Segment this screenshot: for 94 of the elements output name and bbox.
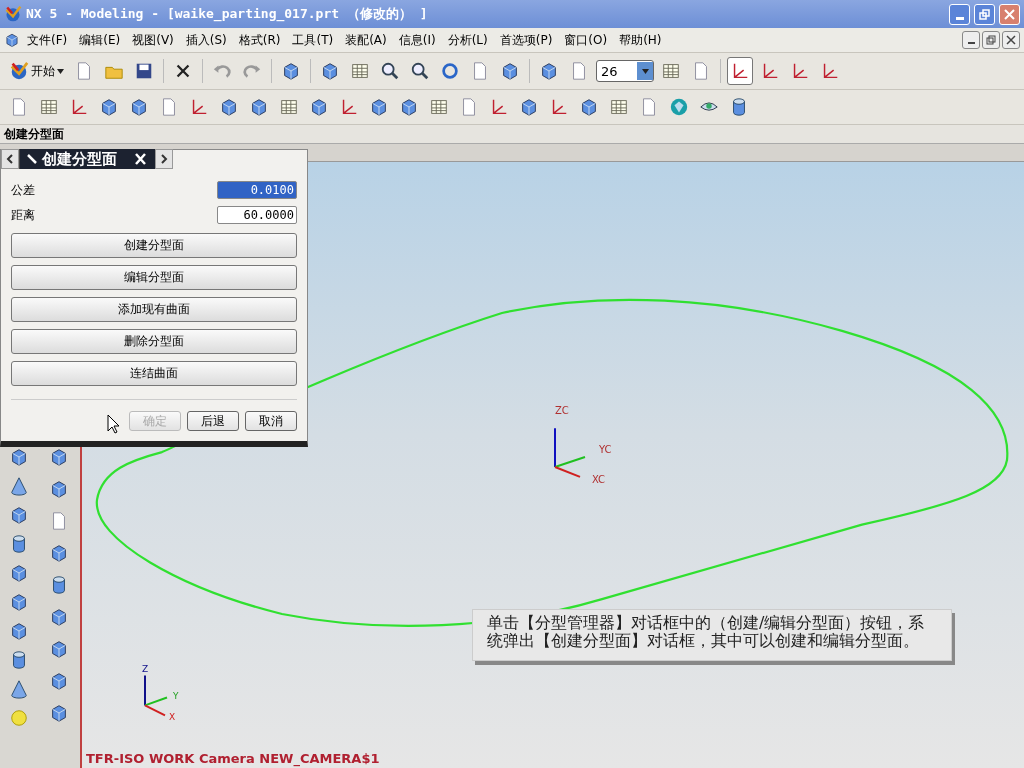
cube-icon xyxy=(49,671,69,691)
dialog-button[interactable]: 取消 xyxy=(245,411,297,431)
field-label: 距离 xyxy=(11,206,35,224)
input-field[interactable]: 60.0000 xyxy=(217,206,297,224)
layer-dropdown[interactable]: 26 xyxy=(596,60,654,82)
cube-icon xyxy=(399,97,419,117)
cube-icon xyxy=(519,97,539,117)
menu-item[interactable]: 格式(R) xyxy=(233,29,286,51)
gem-icon xyxy=(669,97,689,117)
table-icon xyxy=(350,61,370,81)
cone-icon xyxy=(9,679,29,699)
previous-button[interactable] xyxy=(1,149,19,169)
cube-icon xyxy=(49,479,69,499)
dialog-tab[interactable]: 创建分型面 xyxy=(19,149,155,169)
zoom-icon xyxy=(380,61,400,81)
action-button[interactable]: 编辑分型面 xyxy=(11,265,297,290)
zoom-icon xyxy=(410,61,430,81)
menu-item[interactable]: 插入(S) xyxy=(180,29,232,51)
wcs-axes-drawing xyxy=(554,427,586,478)
cube-icon xyxy=(49,447,69,467)
action-button[interactable]: 删除分型面 xyxy=(11,329,297,354)
menu-item[interactable]: 帮助(H) xyxy=(614,29,667,51)
menu-item[interactable]: 编辑(E) xyxy=(74,29,126,51)
table-icon xyxy=(609,97,629,117)
toolbar-button[interactable] xyxy=(727,57,753,85)
cube-icon xyxy=(9,563,29,583)
cube-icon xyxy=(500,61,520,81)
table-icon xyxy=(429,97,449,117)
menu-item[interactable]: 信息(I) xyxy=(393,29,441,51)
cube-icon xyxy=(9,447,29,467)
cube-icon xyxy=(219,97,239,117)
restore-icon xyxy=(979,8,990,20)
table-icon xyxy=(39,97,59,117)
close-button[interactable] xyxy=(1002,31,1020,49)
cube-icon xyxy=(99,97,119,117)
cube-icon xyxy=(249,97,269,117)
menu-item[interactable]: 分析(L) xyxy=(442,29,493,51)
restore-button[interactable] xyxy=(982,31,1000,49)
save-icon xyxy=(134,61,154,81)
close-icon xyxy=(1004,8,1015,20)
close-icon xyxy=(1006,35,1016,45)
menu-item[interactable]: 首选项(P) xyxy=(494,29,558,51)
field-label: 公差 xyxy=(11,181,35,199)
cue-text: 创建分型面 xyxy=(4,125,64,143)
table-icon xyxy=(279,97,299,117)
cube-icon xyxy=(9,505,29,525)
table-icon xyxy=(661,61,681,81)
axis-label: YC xyxy=(599,444,612,456)
minimize-button[interactable] xyxy=(962,31,980,49)
cube-icon xyxy=(320,61,340,81)
axis-label: Y xyxy=(173,691,179,702)
restore-icon xyxy=(986,35,996,45)
chevron-right-icon xyxy=(160,154,168,164)
action-button[interactable]: 添加现有曲面 xyxy=(11,297,297,322)
cube-icon xyxy=(309,97,329,117)
cursor-icon xyxy=(107,414,121,434)
action-button[interactable]: 创建分型面 xyxy=(11,233,297,258)
view-status: TFR-ISO WORK Camera NEW_CAMERA$1 xyxy=(86,751,380,766)
cube-icon xyxy=(369,97,389,117)
cube-icon xyxy=(9,592,29,612)
logo-icon xyxy=(9,61,29,81)
absolute-axes-drawing xyxy=(144,674,168,717)
dialog-button[interactable]: 后退 xyxy=(187,411,239,431)
menu-item[interactable]: 窗口(O) xyxy=(559,29,613,51)
window-title: NX 5 - Modeling - [waike_parting_017.prt （修改的） ] xyxy=(26,5,429,23)
axis-label: Z xyxy=(142,663,149,674)
axis-label: XC xyxy=(592,473,606,485)
caret-icon[interactable] xyxy=(57,68,64,74)
cube-icon xyxy=(281,61,301,81)
sphere-icon xyxy=(9,708,29,728)
menu-item[interactable]: 装配(A) xyxy=(340,29,392,51)
cube-icon xyxy=(539,61,559,81)
cube-icon xyxy=(49,543,69,563)
cube-icon xyxy=(9,621,29,641)
cube-icon xyxy=(49,607,69,627)
axis-label: ZC xyxy=(555,405,569,417)
cube-icon xyxy=(49,703,69,723)
minimize-icon xyxy=(967,42,975,44)
next-button[interactable] xyxy=(155,149,173,169)
menu-item[interactable]: 视图(V) xyxy=(127,29,179,51)
chevron-left-icon xyxy=(6,154,14,164)
menu-item[interactable]: 工具(T) xyxy=(287,29,339,51)
cube-icon xyxy=(4,32,20,48)
logo-icon xyxy=(4,5,22,23)
cone-icon xyxy=(9,476,29,496)
input-field[interactable]: 0.0100 xyxy=(217,181,297,199)
cube-icon xyxy=(49,639,69,659)
action-button[interactable]: 连结曲面 xyxy=(11,361,297,386)
cube-icon xyxy=(129,97,149,117)
axis-label: X xyxy=(169,712,176,723)
cube-icon xyxy=(579,97,599,117)
minimize-icon xyxy=(955,16,964,20)
start-button[interactable]: 开始 xyxy=(6,57,67,85)
menu-item[interactable]: 文件(F) xyxy=(22,29,73,51)
